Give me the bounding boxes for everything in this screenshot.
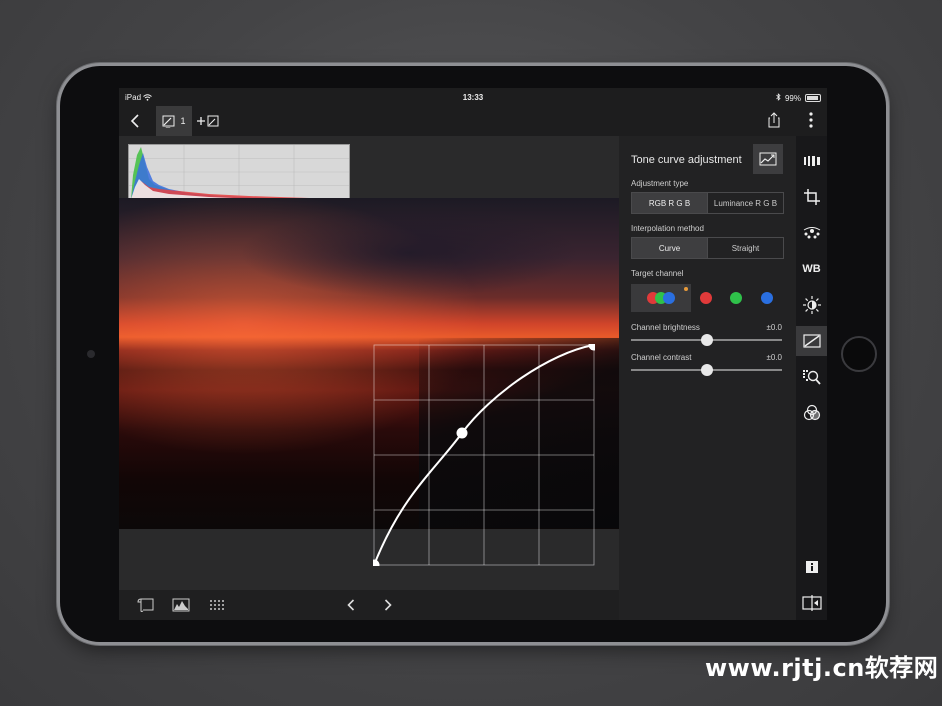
target-channel-selector [631, 284, 782, 312]
channel-rgb-button[interactable] [631, 284, 691, 312]
adjustment-type-luminance[interactable]: Luminance R G B [707, 193, 783, 213]
back-button[interactable] [125, 110, 145, 132]
add-image-button[interactable] [195, 110, 221, 132]
app-screen: iPad 13:33 99% 1 Tone curve adjustment A… [119, 88, 827, 620]
tone-curve-tool-button[interactable] [753, 144, 783, 174]
interpolation-label: Interpolation method [631, 224, 704, 233]
info-button[interactable] [796, 552, 827, 582]
contrast-label-row: Channel contrast ±0.0 [631, 353, 782, 362]
battery-percent: 99% [784, 93, 801, 103]
curve-control-point[interactable] [456, 427, 468, 439]
tone-curve-graph[interactable] [373, 344, 595, 566]
slider-knob[interactable] [700, 364, 713, 376]
cloud-shape [239, 208, 579, 298]
blue-dot [663, 292, 675, 304]
channel-green-button[interactable] [721, 292, 751, 304]
chevron-left-icon [347, 599, 355, 611]
chart-line-icon [759, 152, 777, 166]
contrast-slider[interactable] [631, 364, 782, 376]
status-right: 99% [776, 93, 821, 103]
brightness-slider[interactable] [631, 334, 782, 346]
more-vertical-icon [809, 112, 813, 128]
curve-control-point[interactable] [373, 559, 380, 567]
dot-grid-icon [210, 600, 224, 610]
chevron-right-icon [384, 599, 392, 611]
magnify-grid-icon [802, 370, 821, 385]
color-adjust-button[interactable] [796, 398, 827, 428]
brightness-label: Channel brightness [631, 323, 700, 332]
edit-image-button[interactable]: 1 [156, 106, 192, 136]
clock: 13:33 [462, 93, 484, 102]
tone-curve-button[interactable] [796, 326, 827, 356]
share-icon [768, 112, 780, 128]
blue-dot [760, 292, 773, 304]
home-button[interactable] [841, 336, 877, 372]
film-frames-icon [803, 156, 820, 166]
info-icon [805, 561, 818, 573]
red-dot [700, 292, 713, 304]
curve-grid [373, 344, 595, 566]
histogram-graph [129, 145, 349, 199]
brightness-button[interactable] [796, 290, 827, 320]
adjustment-type-toggle: RGB R G B Luminance R G B [631, 192, 784, 214]
photo-canvas[interactable] [119, 136, 619, 590]
edit-image-icon [162, 115, 175, 128]
green-dot [730, 292, 743, 304]
color-circles-icon [803, 404, 820, 421]
share-button[interactable] [765, 109, 783, 131]
chevron-left-icon [130, 114, 139, 128]
channel-red-button[interactable] [691, 292, 721, 304]
bottom-toolbar [119, 590, 619, 620]
brightness-value: ±0.0 [766, 323, 782, 332]
lens-icon [803, 227, 820, 239]
compare-view-button[interactable] [796, 588, 827, 618]
top-toolbar: 1 [119, 106, 827, 136]
split-view-icon [801, 595, 822, 611]
adjustment-type-label: Adjustment type [631, 179, 689, 188]
contrast-label: Channel contrast [631, 353, 692, 362]
scroll-icon [137, 598, 154, 612]
modified-indicator [684, 287, 688, 291]
previous-image-button[interactable] [340, 596, 362, 614]
channel-blue-button[interactable] [752, 292, 782, 304]
detail-button[interactable] [796, 362, 827, 392]
histogram [128, 144, 350, 200]
bluetooth-icon [776, 93, 781, 103]
adjustment-panel: Tone curve adjustment Adjustment type RG… [619, 136, 796, 620]
status-bar: iPad 13:33 99% [119, 88, 827, 106]
crop-icon [803, 189, 820, 205]
histogram-icon [172, 598, 190, 612]
contrast-value: ±0.0 [766, 353, 782, 362]
site-watermark: www.rjtj.cn软荐网 [705, 654, 939, 682]
panel-title: Tone curve adjustment [631, 154, 742, 166]
more-menu-button[interactable] [803, 109, 819, 131]
crop-button[interactable] [796, 182, 827, 212]
curve-control-point[interactable] [588, 344, 596, 351]
picture-style-button[interactable] [796, 146, 827, 176]
wb-label: WB [802, 263, 821, 275]
interpolation-straight[interactable]: Straight [707, 238, 783, 258]
lens-correction-button[interactable] [796, 218, 827, 248]
tool-rail: WB [796, 136, 827, 620]
histogram-toggle-button[interactable] [170, 596, 192, 614]
tone-curve-icon [802, 334, 821, 348]
filmstrip-button[interactable] [135, 596, 157, 614]
sun-icon [802, 296, 821, 314]
target-channel-label: Target channel [631, 269, 684, 278]
front-camera [87, 350, 95, 358]
white-balance-button[interactable]: WB [796, 254, 827, 284]
brightness-label-row: Channel brightness ±0.0 [631, 323, 782, 332]
ipad-frame: iPad 13:33 99% 1 Tone curve adjustment A… [60, 66, 886, 642]
add-image-icon [197, 115, 219, 127]
next-image-button[interactable] [377, 596, 399, 614]
slider-knob[interactable] [700, 334, 713, 346]
image-index: 1 [180, 116, 186, 126]
grid-toggle-button[interactable] [206, 596, 228, 614]
adjustment-type-rgb[interactable]: RGB R G B [632, 193, 707, 213]
interpolation-toggle: Curve Straight [631, 237, 784, 259]
interpolation-curve[interactable]: Curve [632, 238, 707, 258]
battery-icon [805, 94, 821, 102]
